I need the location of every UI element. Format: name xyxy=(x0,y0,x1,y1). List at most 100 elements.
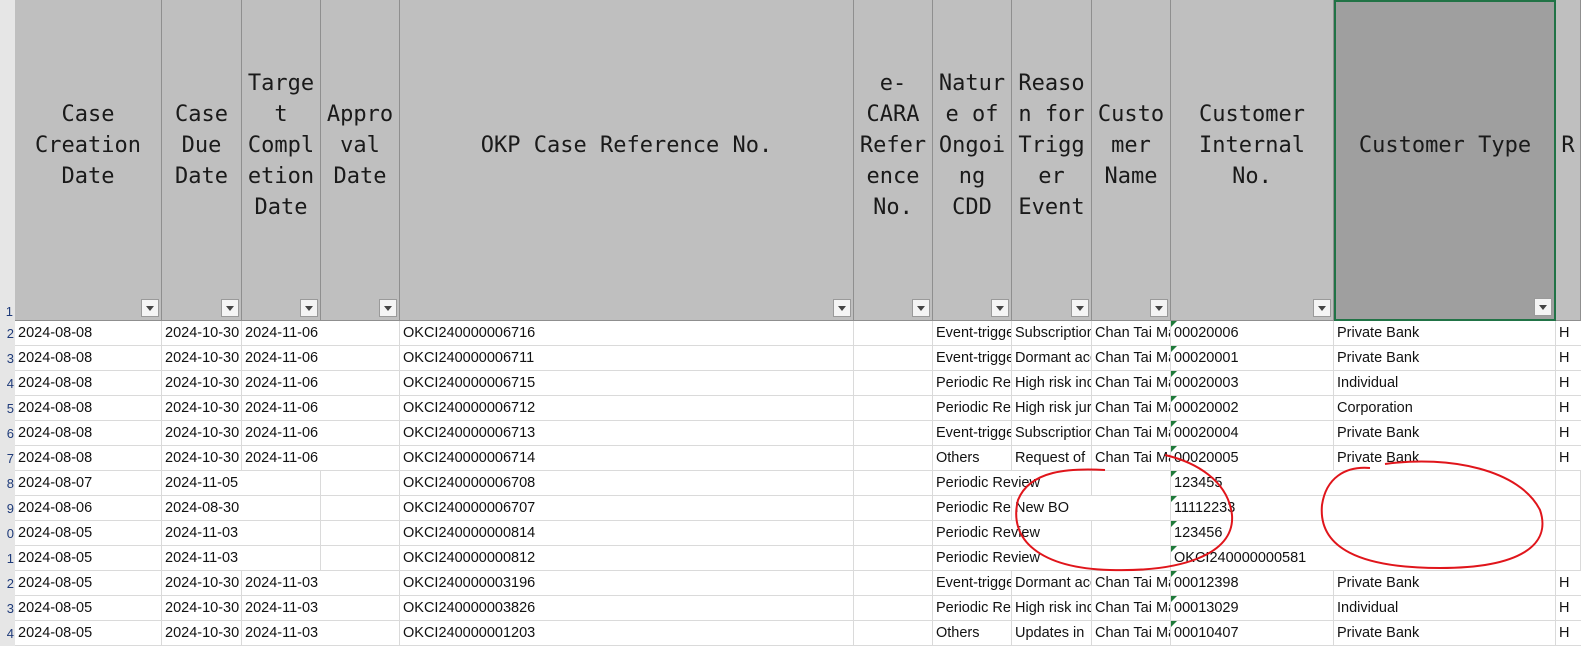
table-cell[interactable]: Request of xyxy=(1012,446,1092,471)
table-cell[interactable]: 2024-11-06 xyxy=(242,321,321,346)
table-cell[interactable]: 2024-11-03 xyxy=(242,571,321,596)
table-cell[interactable]: 2024-10-30 xyxy=(162,371,242,396)
column-header-7[interactable]: Reaso n for Trigg er Event xyxy=(1012,0,1092,321)
table-cell[interactable]: Chan Tai Man xyxy=(1092,396,1171,421)
table-cell[interactable]: 2024-08-05 xyxy=(15,521,162,546)
table-cell[interactable]: H xyxy=(1556,321,1581,346)
table-cell[interactable]: 2024-10-30 xyxy=(162,421,242,446)
table-cell[interactable]: OKCI240000006714 xyxy=(400,446,854,471)
table-cell[interactable] xyxy=(242,521,321,546)
filter-dropdown-icon[interactable] xyxy=(991,299,1009,317)
column-header-8[interactable]: Custo mer Name xyxy=(1092,0,1171,321)
table-cell[interactable]: Chan Tai Man xyxy=(1092,446,1171,471)
column-header-3[interactable]: Appro val Date xyxy=(321,0,400,321)
table-cell[interactable]: 2024-10-30 xyxy=(162,621,242,646)
row-number[interactable]: 3 xyxy=(0,346,15,371)
column-header-11[interactable]: R xyxy=(1556,0,1581,321)
table-cell[interactable]: New BO xyxy=(1012,496,1092,521)
table-cell[interactable]: Private Bank xyxy=(1334,321,1556,346)
table-cell[interactable]: OKCI240000001203 xyxy=(400,621,854,646)
table-cell[interactable]: 2024-10-30 xyxy=(162,446,242,471)
table-cell[interactable]: OKCI240000006716 xyxy=(400,321,854,346)
table-cell[interactable]: 2024-11-06 xyxy=(242,346,321,371)
table-cell[interactable]: OKCI240000003826 xyxy=(400,596,854,621)
table-cell[interactable]: High risk jurisdiction xyxy=(1012,396,1092,421)
column-header-9[interactable]: Customer Internal No. xyxy=(1171,0,1334,321)
table-cell[interactable] xyxy=(242,496,321,521)
table-cell[interactable] xyxy=(321,371,400,396)
table-cell[interactable] xyxy=(1334,496,1556,521)
filter-dropdown-icon[interactable] xyxy=(912,299,930,317)
table-cell[interactable]: Chan Tai Man xyxy=(1092,571,1171,596)
table-cell[interactable]: Chan Tai Man xyxy=(1092,346,1171,371)
table-cell[interactable] xyxy=(1092,496,1171,521)
table-cell[interactable]: Individual xyxy=(1334,371,1556,396)
table-cell[interactable]: OKCI240000006708 xyxy=(400,471,854,496)
table-cell[interactable]: 00020003 xyxy=(1171,371,1334,396)
table-cell[interactable]: 2024-08-06 xyxy=(15,496,162,521)
table-cell[interactable] xyxy=(854,596,933,621)
table-cell[interactable]: H xyxy=(1556,396,1581,421)
table-cell[interactable]: Chan Tai Man xyxy=(1092,621,1171,646)
table-cell[interactable] xyxy=(321,321,400,346)
column-header-2[interactable]: Targe t Compl etion Date xyxy=(242,0,321,321)
table-cell[interactable]: Event-triggered xyxy=(933,321,1012,346)
table-cell[interactable]: Periodic Review xyxy=(933,496,1012,521)
table-cell[interactable]: 2024-08-07 xyxy=(15,471,162,496)
table-cell[interactable]: 2024-11-06 xyxy=(242,396,321,421)
table-cell[interactable] xyxy=(854,371,933,396)
row-number[interactable]: 0 xyxy=(0,521,15,546)
table-cell[interactable]: 2024-11-05 xyxy=(162,471,242,496)
table-cell[interactable]: 2024-08-30 xyxy=(162,496,242,521)
table-cell[interactable]: Updates in xyxy=(1012,621,1092,646)
table-cell[interactable] xyxy=(854,571,933,596)
table-cell[interactable]: 2024-10-30 xyxy=(162,396,242,421)
table-cell[interactable]: Event-triggered xyxy=(933,346,1012,371)
table-cell[interactable]: 2024-08-05 xyxy=(15,621,162,646)
table-cell[interactable] xyxy=(1556,546,1581,571)
table-cell[interactable]: H xyxy=(1556,621,1581,646)
table-cell[interactable]: Subscription xyxy=(1012,321,1092,346)
table-cell[interactable]: Dormant account xyxy=(1012,571,1092,596)
table-cell[interactable]: 00020001 xyxy=(1171,346,1334,371)
table-cell[interactable]: OKCI240000006711 xyxy=(400,346,854,371)
table-cell[interactable]: 2024-10-30 xyxy=(162,321,242,346)
table-cell[interactable] xyxy=(321,621,400,646)
row-number[interactable]: 3 xyxy=(0,596,15,621)
filter-dropdown-icon[interactable] xyxy=(1150,299,1168,317)
table-cell[interactable]: Private Bank xyxy=(1334,421,1556,446)
column-header-10[interactable]: Customer Type xyxy=(1334,0,1556,321)
table-cell[interactable]: Chan Tai Man xyxy=(1092,421,1171,446)
table-cell[interactable]: 2024-11-06 xyxy=(242,371,321,396)
table-cell[interactable]: H xyxy=(1556,446,1581,471)
row-number[interactable]: 7 xyxy=(0,446,15,471)
row-number[interactable]: 4 xyxy=(0,621,15,646)
table-cell[interactable]: 2024-08-08 xyxy=(15,346,162,371)
table-cell[interactable]: Periodic Review xyxy=(933,396,1012,421)
table-cell[interactable]: H xyxy=(1556,421,1581,446)
column-header-0[interactable]: Case Creation Date xyxy=(15,0,162,321)
table-cell[interactable]: 11112233 xyxy=(1171,496,1334,521)
column-header-5[interactable]: e- CARA Refer ence No. xyxy=(854,0,933,321)
filter-dropdown-icon[interactable] xyxy=(1313,299,1331,317)
table-cell[interactable] xyxy=(854,396,933,421)
filter-dropdown-icon[interactable] xyxy=(300,299,318,317)
table-cell[interactable]: 2024-08-05 xyxy=(15,571,162,596)
table-cell[interactable]: 2024-11-06 xyxy=(242,421,321,446)
table-cell[interactable]: 00010407 xyxy=(1171,621,1334,646)
table-cell[interactable]: Periodic Review xyxy=(933,521,1040,546)
table-cell[interactable]: H xyxy=(1556,596,1581,621)
table-cell[interactable]: Private Bank xyxy=(1334,446,1556,471)
row-number[interactable]: 8 xyxy=(0,471,15,496)
table-cell[interactable]: Dormant account xyxy=(1012,346,1092,371)
table-cell[interactable]: 2024-11-03 xyxy=(162,546,242,571)
table-cell[interactable] xyxy=(1556,471,1581,496)
table-cell[interactable]: 00020005 xyxy=(1171,446,1334,471)
table-cell[interactable] xyxy=(321,596,400,621)
table-cell[interactable] xyxy=(321,396,400,421)
table-cell[interactable]: 2024-08-08 xyxy=(15,446,162,471)
table-cell[interactable]: H xyxy=(1556,571,1581,596)
table-cell[interactable]: 2024-11-03 xyxy=(162,521,242,546)
table-cell[interactable]: OKCI240000006713 xyxy=(400,421,854,446)
table-cell[interactable]: Others xyxy=(933,446,1012,471)
